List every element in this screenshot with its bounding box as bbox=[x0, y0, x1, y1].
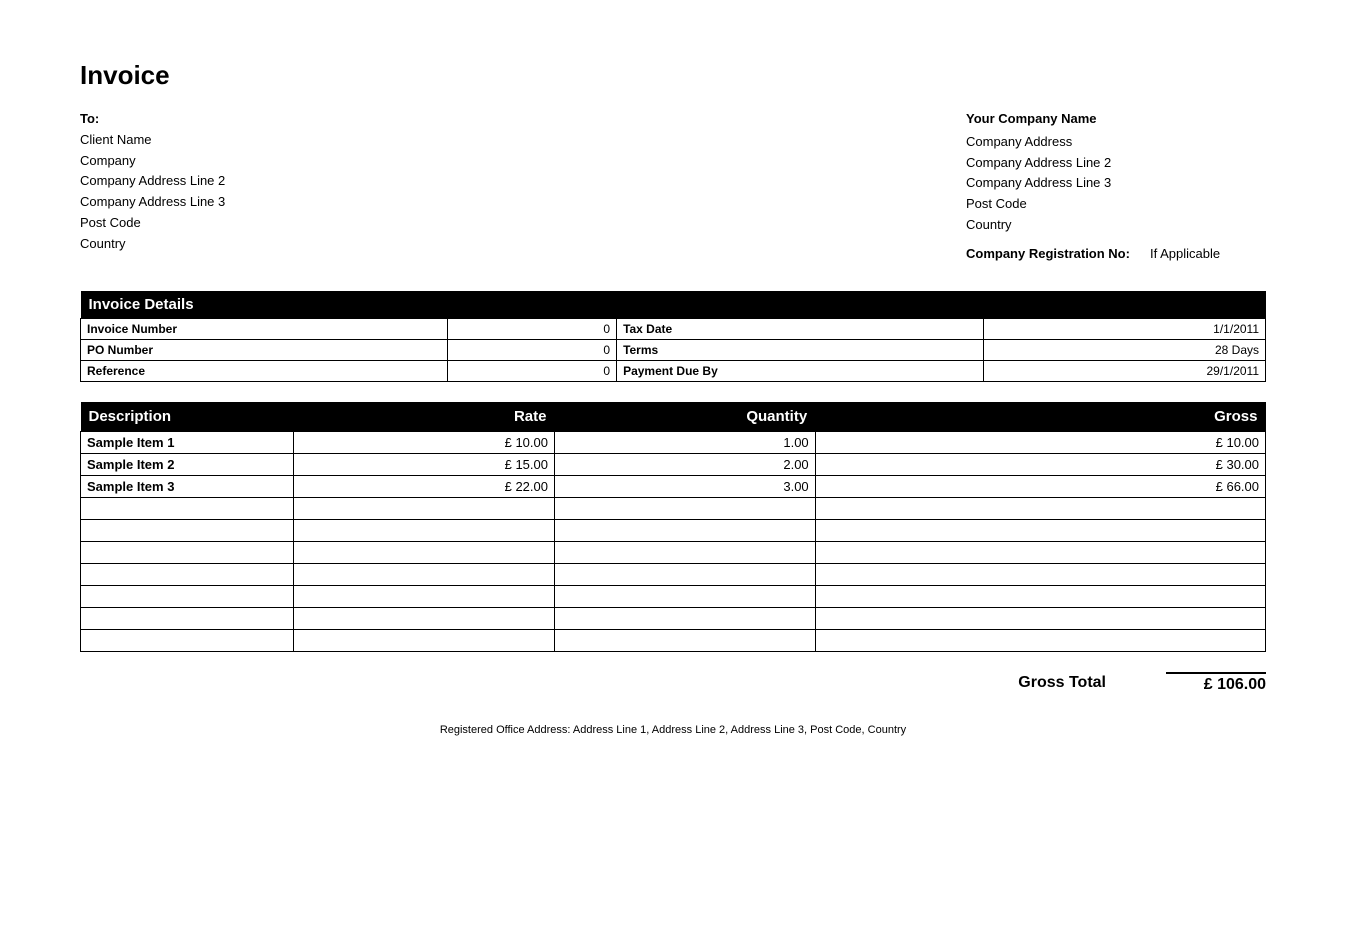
col-description: Description bbox=[81, 402, 294, 432]
col-rate: Rate bbox=[294, 402, 555, 432]
footer: Registered Office Address: Address Line … bbox=[80, 724, 1266, 736]
tax-date-value: 1/1/2011 bbox=[983, 318, 1265, 339]
col-quantity: Quantity bbox=[554, 402, 815, 432]
company-reg-value: If Applicable bbox=[1150, 246, 1220, 261]
company-name: Your Company Name bbox=[966, 109, 1266, 130]
item-rate: £ 15.00 bbox=[294, 453, 555, 475]
empty-row bbox=[81, 563, 1266, 585]
footer-text: Registered Office Address: Address Line … bbox=[80, 724, 1266, 736]
gross-total-value: £ 106.00 bbox=[1166, 672, 1266, 694]
empty-row bbox=[81, 585, 1266, 607]
company-address: Company Address bbox=[966, 132, 1266, 153]
client-name: Client Name bbox=[80, 130, 430, 151]
client-company: Company bbox=[80, 151, 430, 172]
col-gross: Gross bbox=[815, 402, 1265, 432]
company-post-code: Post Code bbox=[966, 194, 1266, 215]
item-rate: £ 22.00 bbox=[294, 475, 555, 497]
payment-due-value: 29/1/2011 bbox=[983, 360, 1265, 381]
table-row: Sample Item 1 £ 10.00 1.00 £ 10.00 bbox=[81, 431, 1266, 453]
bill-to-label: To: bbox=[80, 109, 430, 130]
reference-label: Reference bbox=[81, 360, 448, 381]
company-reg-label: Company Registration No: bbox=[966, 246, 1130, 261]
invoice-details-header: Invoice Details bbox=[81, 291, 1266, 319]
invoice-number-value: 0 bbox=[447, 318, 616, 339]
item-quantity: 3.00 bbox=[554, 475, 815, 497]
empty-row bbox=[81, 497, 1266, 519]
tax-date-label: Tax Date bbox=[617, 318, 984, 339]
items-table: Description Rate Quantity Gross Sample I… bbox=[80, 402, 1266, 652]
reference-value: 0 bbox=[447, 360, 616, 381]
table-row: Sample Item 3 £ 22.00 3.00 £ 66.00 bbox=[81, 475, 1266, 497]
company-address-line2: Company Address Line 2 bbox=[966, 153, 1266, 174]
client-address-line3: Company Address Line 3 bbox=[80, 192, 430, 213]
company-address-line3: Company Address Line 3 bbox=[966, 173, 1266, 194]
client-address-line2: Company Address Line 2 bbox=[80, 171, 430, 192]
empty-row bbox=[81, 519, 1266, 541]
item-description: Sample Item 2 bbox=[81, 453, 294, 475]
client-post-code: Post Code bbox=[80, 213, 430, 234]
company-country: Country bbox=[966, 215, 1266, 236]
terms-value: 28 Days bbox=[983, 339, 1265, 360]
gross-total-label: Gross Total bbox=[1018, 674, 1106, 692]
bill-to-section: To: Client Name Company Company Address … bbox=[80, 109, 430, 261]
gross-total-section: Gross Total £ 106.00 bbox=[80, 672, 1266, 694]
invoice-number-label: Invoice Number bbox=[81, 318, 448, 339]
invoice-title: Invoice bbox=[80, 60, 1266, 91]
table-row: Sample Item 2 £ 15.00 2.00 £ 30.00 bbox=[81, 453, 1266, 475]
item-gross: £ 30.00 bbox=[815, 453, 1265, 475]
client-country: Country bbox=[80, 234, 430, 255]
item-description: Sample Item 3 bbox=[81, 475, 294, 497]
item-rate: £ 10.00 bbox=[294, 431, 555, 453]
item-gross: £ 10.00 bbox=[815, 431, 1265, 453]
invoice-details-table: Invoice Details Invoice Number 0 Tax Dat… bbox=[80, 291, 1266, 382]
empty-row bbox=[81, 607, 1266, 629]
item-gross: £ 66.00 bbox=[815, 475, 1265, 497]
terms-label: Terms bbox=[617, 339, 984, 360]
empty-row bbox=[81, 629, 1266, 651]
payment-due-label: Payment Due By bbox=[617, 360, 984, 381]
empty-row bbox=[81, 541, 1266, 563]
po-number-label: PO Number bbox=[81, 339, 448, 360]
po-number-value: 0 bbox=[447, 339, 616, 360]
item-quantity: 1.00 bbox=[554, 431, 815, 453]
item-quantity: 2.00 bbox=[554, 453, 815, 475]
company-info-section: Your Company Name Company Address Compan… bbox=[966, 109, 1266, 261]
item-description: Sample Item 1 bbox=[81, 431, 294, 453]
